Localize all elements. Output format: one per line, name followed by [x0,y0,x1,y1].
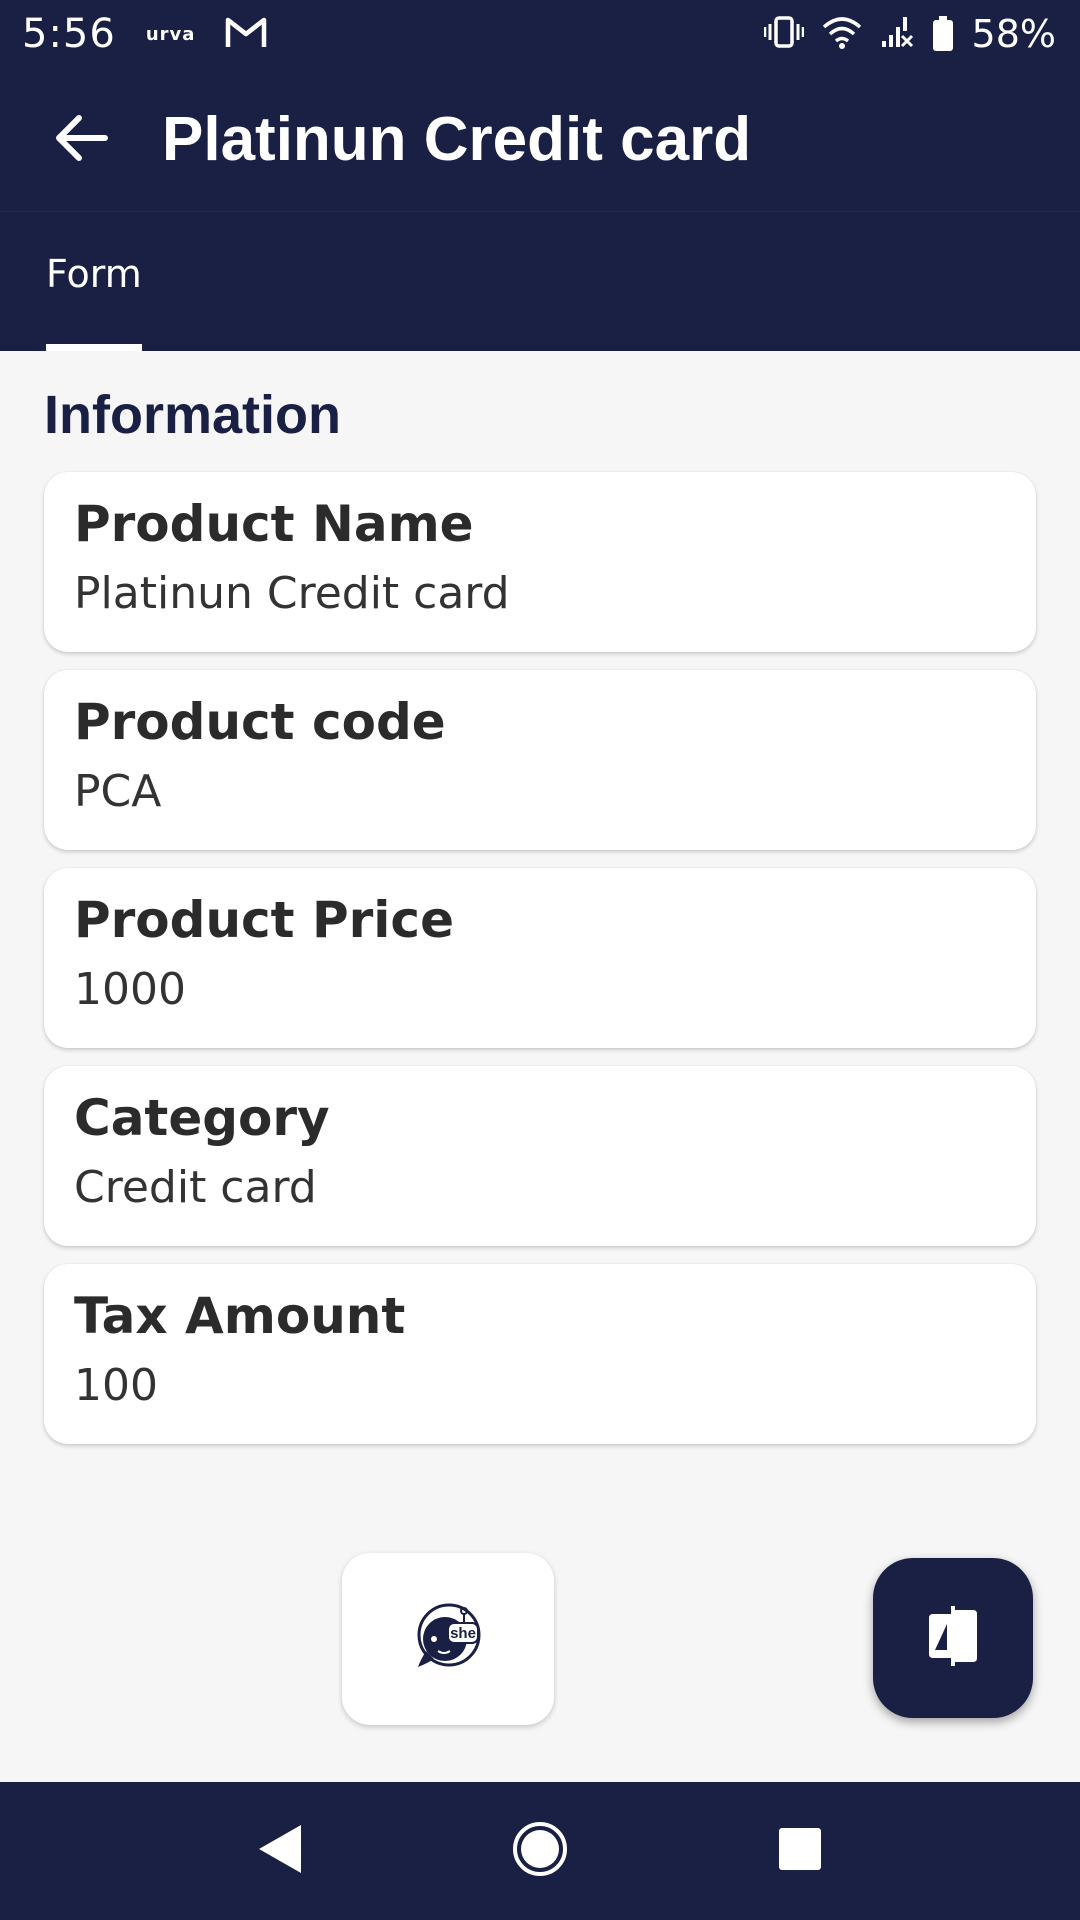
field-value: Platinun Credit card [74,568,510,619]
section-title: Information [44,385,341,445]
she-chat-logo-icon: she [412,1601,484,1677]
arrow-back-icon [53,112,109,168]
status-brand: urva [145,23,196,45]
field-label: Product Price [74,891,454,949]
field-value: 100 [74,1360,158,1411]
tab-indicator [46,344,142,351]
product-code-card: Product code PCA [44,670,1036,850]
tab-bar: Form [0,212,1080,351]
field-value: Credit card [74,1162,317,1213]
tab-label: Form [46,251,142,296]
field-value: 1000 [74,964,186,1015]
battery-percent: 58% [971,12,1056,56]
wifi-icon [822,15,862,53]
field-label: Product code [74,693,446,751]
nav-recents-button[interactable] [760,1811,840,1891]
logo-text: she [450,1625,476,1642]
tab-form[interactable]: Form [46,212,142,351]
info-card-list: Product Name Platinun Credit card Produc… [44,472,1036,1462]
nav-home-button[interactable] [500,1811,580,1891]
field-label: Product Name [74,495,474,553]
status-left: 5:56 urva [22,11,267,57]
status-bar: 5:56 urva 58% [0,0,1080,68]
vibrate-icon [763,15,804,53]
signal-icon [880,15,914,53]
square-recents-icon [777,1826,823,1876]
circle-home-icon [512,1821,568,1881]
tax-amount-card: Tax Amount 100 [44,1264,1036,1444]
nav-back-button[interactable] [240,1811,320,1891]
compare-icon [925,1606,981,1670]
system-nav-bar [0,1782,1080,1920]
page-title: Platinun Credit card [162,105,752,174]
field-label: Tax Amount [74,1287,406,1345]
gmail-icon [225,15,267,53]
field-value: PCA [74,766,162,817]
status-time: 5:56 [22,11,116,57]
category-card: Category Credit card [44,1066,1036,1246]
field-label: Category [74,1089,330,1147]
product-name-card: Product Name Platinun Credit card [44,472,1036,652]
back-button[interactable] [36,95,126,185]
battery-icon [932,16,954,52]
chat-assistant-button[interactable]: she [342,1553,554,1725]
app-bar: Platinun Credit card [0,68,1080,212]
product-price-card: Product Price 1000 [44,868,1036,1048]
triangle-back-icon [257,1823,303,1879]
status-right: 58% [763,12,1056,56]
compare-fab-button[interactable] [873,1558,1033,1718]
